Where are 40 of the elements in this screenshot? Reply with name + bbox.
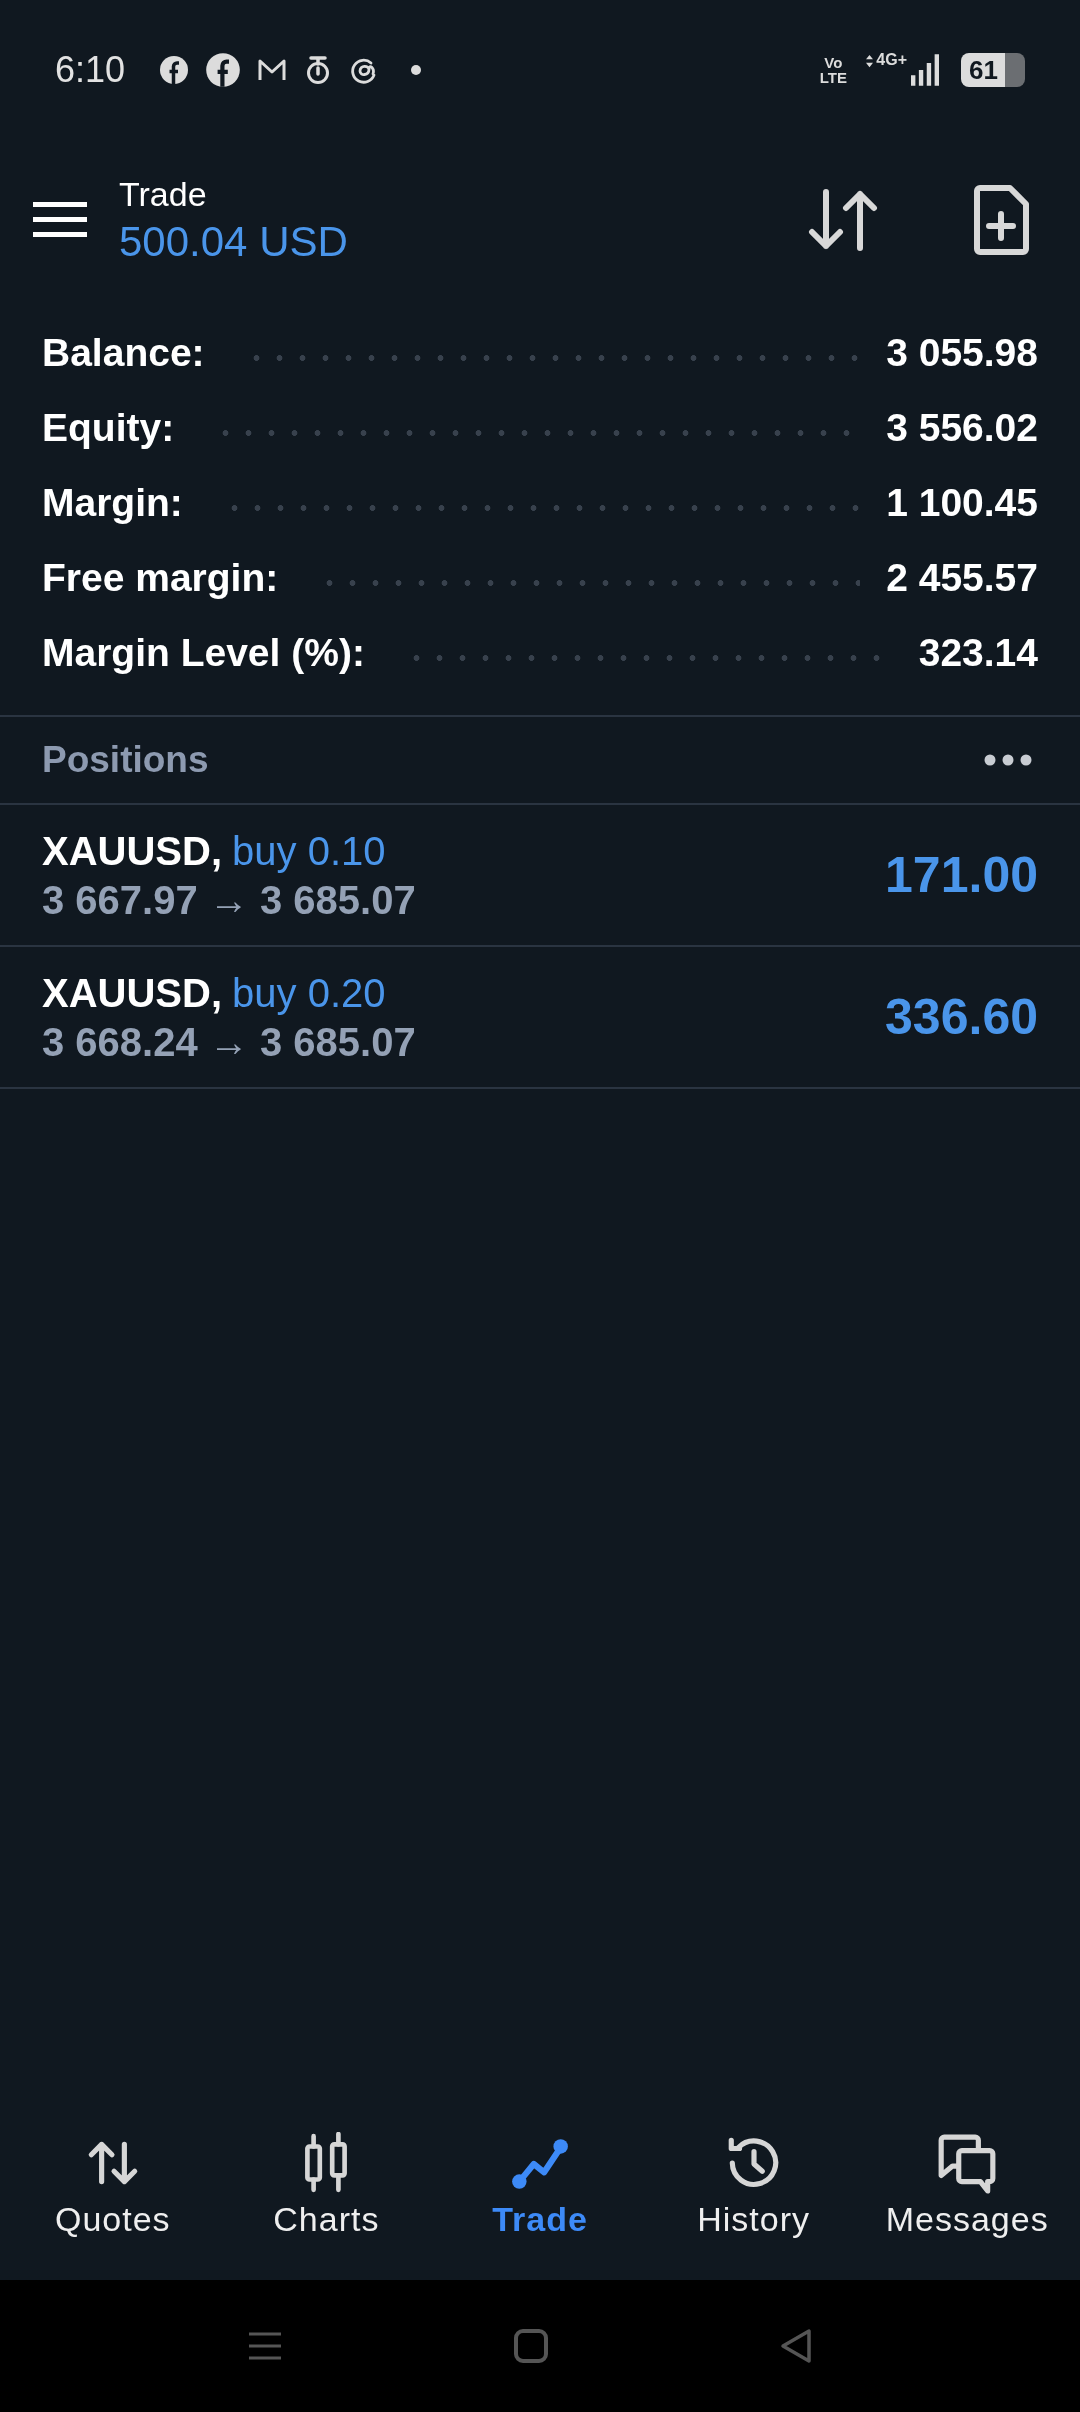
nav-tab[interactable]: Quotes	[6, 2090, 220, 2280]
summary-value: 2 455.57	[886, 555, 1038, 600]
network-type-text: 4G+	[876, 52, 907, 68]
nav-tab[interactable]: History	[646, 2090, 861, 2280]
more-options-icon[interactable]	[984, 754, 1032, 766]
facebook-icon	[205, 52, 242, 88]
profit-value: 336.60	[885, 988, 1038, 1046]
summary-value: 3 055.98	[886, 330, 1038, 375]
signal-icon	[911, 53, 939, 87]
menu-icon[interactable]	[33, 200, 87, 240]
profit-value: 171.00	[885, 846, 1038, 904]
symbol-text: XAUUSD,	[42, 970, 223, 1017]
summary-value: 323.14	[918, 630, 1038, 675]
price-range-text: 3 668.24 → 3 685.07	[42, 1019, 416, 1066]
summary-label: Equity:	[42, 405, 175, 450]
data-arrows-icon	[865, 54, 875, 68]
account-balance: 500.04 USD	[119, 217, 348, 267]
symbol-text: XAUUSD,	[42, 828, 223, 875]
battery-indicator: 61	[961, 53, 1025, 87]
nav-tab[interactable]: Messages	[860, 2090, 1074, 2280]
summary-value: 1 100.45	[886, 480, 1038, 525]
order-side-text: buy 0.20	[232, 970, 386, 1017]
facebook-icon	[159, 55, 190, 85]
screen-title: Trade	[119, 174, 208, 215]
summary-value: 3 556.02	[886, 405, 1038, 450]
new-document-icon[interactable]	[972, 184, 1030, 256]
nav-tab[interactable]: Charts	[219, 2090, 434, 2280]
order-side-text: buy 0.10	[232, 828, 386, 875]
summary-label: Margin Level (%):	[42, 630, 365, 675]
summary-label: Free margin:	[42, 555, 279, 600]
clock-time: 6:10	[55, 49, 126, 91]
summary-label: Balance:	[42, 330, 205, 375]
section-title: Positions	[42, 739, 209, 781]
nav-tab[interactable]: Trade	[433, 2090, 647, 2280]
price-range-text: 3 667.97 → 3 685.07	[42, 877, 416, 924]
summary-label: Margin:	[42, 480, 183, 525]
notification-dot-icon	[411, 65, 422, 75]
sort-arrows-icon[interactable]	[808, 187, 880, 253]
home-button-icon[interactable]	[513, 2328, 549, 2364]
volte-text: Vo LTE	[819, 55, 848, 85]
